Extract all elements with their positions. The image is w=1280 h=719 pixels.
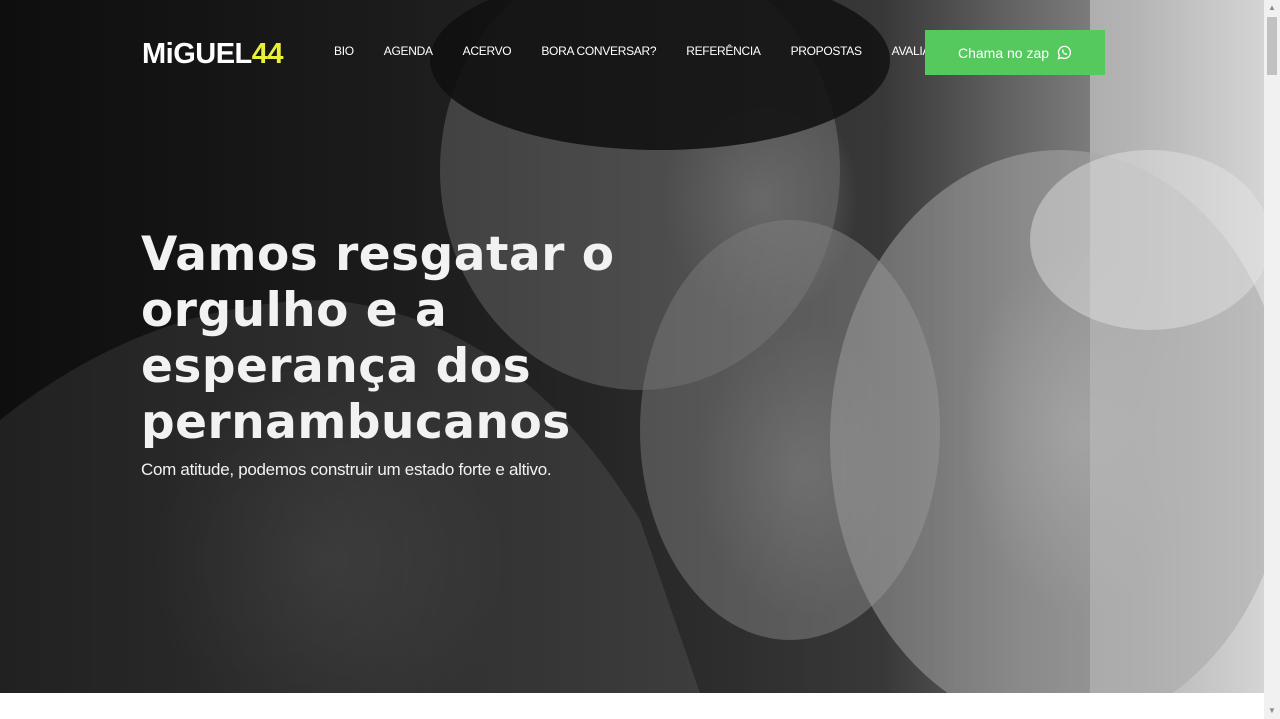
logo-number: 44 <box>251 38 284 70</box>
nav-item-bio[interactable]: BIO <box>334 44 354 58</box>
chama-no-zap-button[interactable]: Chama no zap <box>925 30 1105 75</box>
hero-headline: Vamos resgatar o orgulho e a esperança d… <box>141 227 615 450</box>
nav-item-acervo[interactable]: ACERVO <box>463 44 512 58</box>
chama-no-zap-label: Chama no zap <box>957 44 1050 61</box>
scroll-down-arrow-icon[interactable]: ▼ <box>1264 703 1280 719</box>
nav-item-agenda[interactable]: AGENDA <box>384 44 433 58</box>
nav-item-propostas[interactable]: PROPOSTAS <box>791 44 862 58</box>
hero-subtitle: Com atitude, podemos construir um estado… <box>141 460 552 479</box>
scroll-up-arrow-icon[interactable]: ▲ <box>1264 0 1280 16</box>
main-nav: BIO AGENDA ACERVO BORA CONVERSAR? REFERÊ… <box>334 44 993 58</box>
site-header: MiGUEL44 BIO AGENDA ACERVO BORA CONVERSA… <box>0 0 1264 105</box>
nav-item-referencia[interactable]: REFERÊNCIA <box>686 44 761 58</box>
logo-name: MiGUEL <box>142 38 252 70</box>
whatsapp-icon <box>1057 45 1072 60</box>
scrollbar-thumb[interactable] <box>1267 17 1277 75</box>
site-logo[interactable]: MiGUEL44 <box>142 37 284 71</box>
nav-item-bora-conversar[interactable]: BORA CONVERSAR? <box>541 44 656 58</box>
page-scrollbar[interactable]: ▲ ▼ <box>1264 0 1280 719</box>
